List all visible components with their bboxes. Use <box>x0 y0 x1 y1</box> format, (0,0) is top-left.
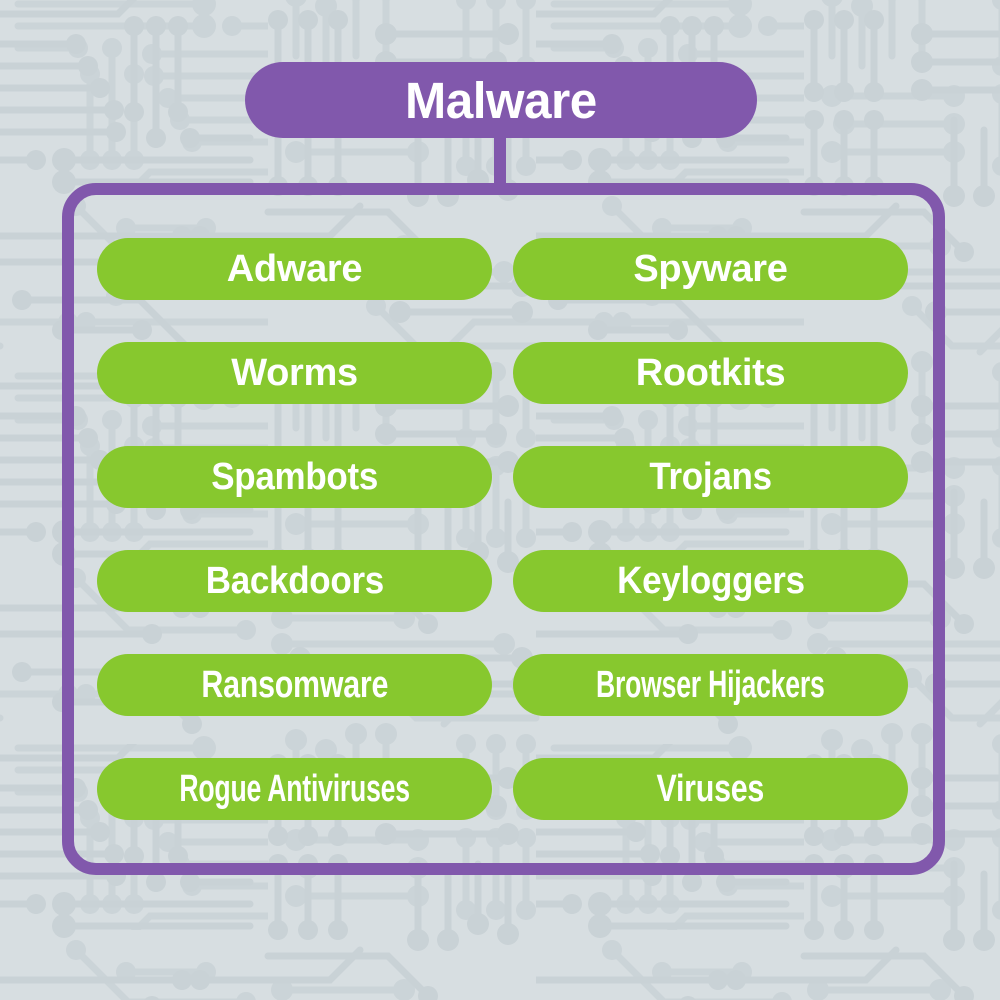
malware-type-label: Backdoors <box>205 560 384 602</box>
page-title: Malware <box>405 71 597 129</box>
malware-type-pill[interactable]: Browser Hijackers <box>513 654 908 716</box>
malware-type-label: Rogue Antiviruses <box>179 768 410 810</box>
infographic-canvas: Malware Adware Spyware Worms Rootkits Spambo… <box>0 0 1000 1000</box>
malware-type-pill[interactable]: Adware <box>97 238 492 300</box>
malware-type-pill[interactable]: Keyloggers <box>513 550 908 612</box>
malware-type-label: Ransomware <box>201 664 388 706</box>
root-node-malware[interactable]: Malware <box>245 62 757 138</box>
malware-type-pill[interactable]: Ransomware <box>97 654 492 716</box>
malware-type-label: Spyware <box>633 248 788 290</box>
malware-type-label: Keyloggers <box>616 560 805 602</box>
malware-type-pill[interactable]: Rootkits <box>513 342 908 404</box>
malware-type-pill[interactable]: Spyware <box>513 238 908 300</box>
malware-type-label: Browser Hijackers <box>596 664 825 706</box>
malware-type-label: Rootkits <box>635 352 786 394</box>
connector-stem <box>494 132 506 190</box>
malware-type-pill[interactable]: Worms <box>97 342 492 404</box>
malware-type-pill[interactable]: Backdoors <box>97 550 492 612</box>
malware-type-pill[interactable]: Spambots <box>97 446 492 508</box>
malware-type-pill[interactable]: Rogue Antiviruses <box>97 758 492 820</box>
malware-type-pill[interactable]: Trojans <box>513 446 908 508</box>
malware-type-label: Worms <box>231 352 358 394</box>
malware-type-label: Adware <box>226 248 363 290</box>
malware-type-pill[interactable]: Viruses <box>513 758 908 820</box>
malware-type-label: Trojans <box>649 456 772 498</box>
malware-type-label: Viruses <box>656 768 765 810</box>
malware-type-label: Spambots <box>211 456 378 498</box>
malware-type-grid: Adware Spyware Worms Rootkits Spambots Trojan… <box>97 238 908 820</box>
